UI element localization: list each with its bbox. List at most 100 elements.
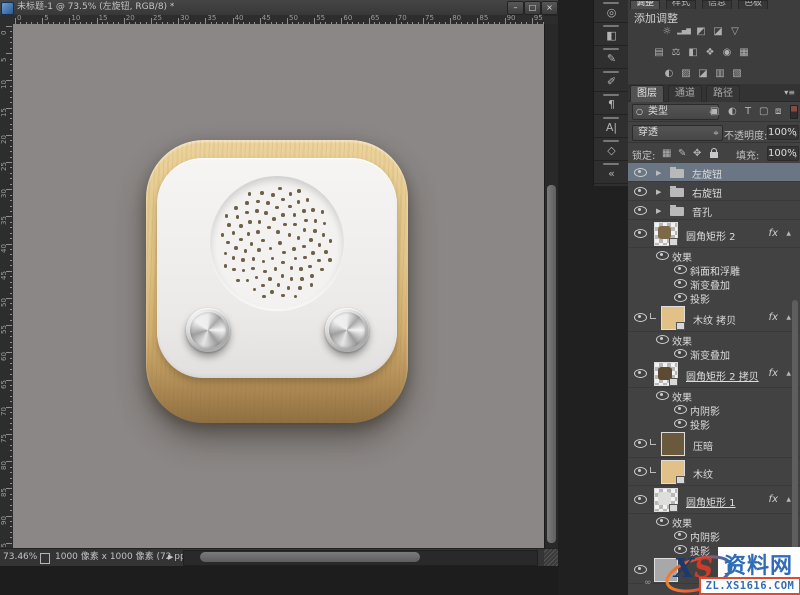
disclosure-caret[interactable]: ▶: [656, 188, 661, 196]
layer-thumbnail[interactable]: [654, 362, 678, 386]
layers-scrollbar-thumb[interactable]: [792, 300, 798, 560]
adjustments-tab-2[interactable]: 信息: [702, 0, 732, 9]
layer-group-row[interactable]: ▶左旋钮: [628, 163, 800, 182]
visibility-eye-icon[interactable]: [656, 335, 669, 344]
tab-layers[interactable]: 图层: [630, 85, 664, 102]
layer-row[interactable]: 压暗: [628, 430, 800, 458]
layer-name[interactable]: 圆角矩形 1: [686, 494, 736, 509]
filter-smartobject-icon[interactable]: ⧈: [775, 104, 781, 119]
filter-kind-select[interactable]: ○ 类型 ≑: [632, 104, 719, 120]
layer-effect-row[interactable]: 内阴影: [628, 402, 800, 415]
lock-pixels-icon[interactable]: ✎: [678, 146, 686, 161]
adjustment-photo-filter[interactable]: ❖: [703, 45, 717, 60]
adjustment-selective-color[interactable]: ▧: [730, 66, 744, 81]
visibility-eye-icon[interactable]: [674, 405, 687, 414]
adjustment-levels[interactable]: ▂▅▇: [677, 24, 691, 39]
layer-effect-row[interactable]: 斜面和浮雕: [628, 262, 800, 275]
horizontal-scrollbar-thumb[interactable]: [200, 552, 420, 562]
lock-transparent-icon[interactable]: ▦: [662, 146, 671, 161]
adjustment-color-balance[interactable]: ⚖: [669, 45, 683, 60]
disclosure-caret[interactable]: ▶: [656, 207, 661, 215]
adjustment-black-white[interactable]: ◧: [686, 45, 700, 60]
adjustment-invert[interactable]: ◐: [662, 66, 676, 81]
layer-row[interactable]: 圆角矩形 1fx▲: [628, 486, 800, 514]
filter-type-icon[interactable]: T: [745, 104, 751, 119]
tab-channels[interactable]: 通道: [668, 85, 702, 102]
adjustment-exposure[interactable]: ◪: [711, 24, 725, 39]
minimize-button[interactable]: –: [507, 1, 524, 15]
visibility-eye-icon[interactable]: [656, 251, 669, 260]
adjustment-curves[interactable]: ◩: [694, 24, 708, 39]
fx-badge[interactable]: fx: [769, 312, 778, 323]
layer-effect-row[interactable]: 投影: [628, 416, 800, 429]
resize-grip[interactable]: [544, 549, 558, 566]
visibility-eye-icon[interactable]: [674, 349, 687, 358]
fx-collapse-icon[interactable]: ▲: [786, 370, 791, 377]
panel-paragraph[interactable]: ¶: [594, 92, 629, 115]
vertical-scrollbar-thumb[interactable]: [547, 185, 556, 543]
disclosure-caret[interactable]: ▶: [656, 169, 661, 177]
opacity-value[interactable]: 100%▾: [767, 125, 799, 140]
fill-value[interactable]: 100%▾: [767, 146, 799, 161]
panel-styles[interactable]: ◧: [594, 23, 629, 46]
status-arrow-icon[interactable]: ▶: [168, 549, 173, 565]
maximize-button[interactable]: □: [524, 1, 541, 15]
layer-effect-row[interactable]: 投影: [628, 290, 800, 303]
layer-name[interactable]: 木纹 拷贝: [693, 312, 736, 327]
document-canvas[interactable]: [13, 24, 544, 548]
horizontal-scrollbar[interactable]: [183, 550, 538, 566]
fx-collapse-icon[interactable]: ▲: [786, 496, 791, 503]
layer-name[interactable]: 木纹: [693, 466, 713, 481]
layer-group-row[interactable]: ▶右旋钮: [628, 182, 800, 201]
layer-group-row[interactable]: ▶音孔: [628, 201, 800, 220]
tab-paths[interactable]: 路径: [706, 85, 740, 102]
vertical-ruler[interactable]: 05101520253035404550556065707580859095: [0, 24, 14, 548]
blend-mode-select[interactable]: 穿透≑: [632, 125, 723, 141]
panel-share[interactable]: «: [594, 161, 629, 184]
adjustment-posterize[interactable]: ▨: [679, 66, 693, 81]
lock-position-icon[interactable]: ✥: [693, 146, 701, 161]
filter-pixel-icon[interactable]: ▣: [710, 104, 719, 119]
panel-3d[interactable]: ◇: [594, 138, 629, 161]
layer-effect-row[interactable]: 效果: [628, 332, 800, 345]
panel-brush-presets[interactable]: ✎: [594, 46, 629, 69]
adjustments-tab-3[interactable]: 色板: [738, 0, 768, 9]
visibility-eye-icon[interactable]: [634, 187, 647, 196]
visibility-eye-icon[interactable]: [634, 229, 647, 238]
fx-collapse-icon[interactable]: ▲: [786, 230, 791, 237]
layer-thumbnail[interactable]: [661, 460, 685, 484]
adjustment-vibrance[interactable]: ▽: [728, 24, 742, 39]
layer-effect-row[interactable]: 效果: [628, 388, 800, 401]
link-layers-icon[interactable]: ∞: [644, 578, 652, 588]
visibility-eye-icon[interactable]: [634, 369, 647, 378]
filter-toggle[interactable]: [790, 105, 798, 119]
adjustments-tab-0[interactable]: 调整: [630, 0, 660, 9]
adjustments-tab-1[interactable]: 样式: [666, 0, 696, 9]
adjustment-brightness-contrast[interactable]: ☼: [660, 24, 674, 39]
layer-row[interactable]: 圆角矩形 2 拷贝fx▲: [628, 360, 800, 388]
panel-character[interactable]: A|: [594, 115, 629, 138]
visibility-eye-icon[interactable]: [674, 265, 687, 274]
layer-effect-row[interactable]: 内阴影: [628, 528, 800, 541]
document-titlebar[interactable]: 未标题-1 @ 73.5% (左旋钮, RGB/8) * – □ ×: [0, 0, 558, 16]
panel-brush[interactable]: ✐: [594, 69, 629, 92]
layer-row[interactable]: 木纹: [628, 458, 800, 486]
layer-effect-row[interactable]: 渐变叠加: [628, 346, 800, 359]
visibility-eye-icon[interactable]: [634, 565, 647, 574]
visibility-eye-icon[interactable]: [674, 531, 687, 540]
adjustment-color-lookup[interactable]: ▦: [737, 45, 751, 60]
fx-collapse-icon[interactable]: ▲: [786, 314, 791, 321]
visibility-eye-icon[interactable]: [634, 313, 647, 322]
layer-thumbnail[interactable]: [654, 222, 678, 246]
layer-thumbnail[interactable]: [661, 306, 685, 330]
visibility-eye-icon[interactable]: [634, 439, 647, 448]
fx-badge[interactable]: fx: [769, 228, 778, 239]
visibility-eye-icon[interactable]: [634, 495, 647, 504]
visibility-eye-icon[interactable]: [674, 293, 687, 302]
vertical-scrollbar[interactable]: [544, 24, 558, 548]
layer-name[interactable]: 压暗: [693, 438, 713, 453]
adjustment-hue-saturation[interactable]: ▤: [652, 45, 666, 60]
visibility-eye-icon[interactable]: [656, 391, 669, 400]
visibility-eye-icon[interactable]: [674, 419, 687, 428]
close-button[interactable]: ×: [541, 1, 558, 15]
